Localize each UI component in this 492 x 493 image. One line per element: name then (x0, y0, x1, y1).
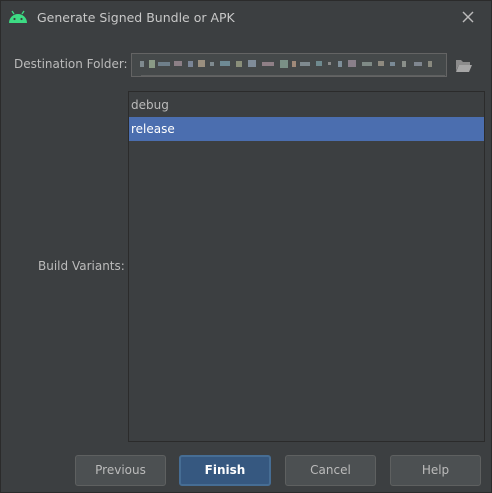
destination-folder-field[interactable] (131, 53, 447, 77)
previous-button[interactable]: Previous (75, 455, 166, 486)
help-button[interactable]: Help (390, 455, 481, 486)
build-variants-label: Build Variants: (38, 259, 125, 273)
redacted-path-text (140, 60, 432, 68)
title-bar: Generate Signed Bundle or APK (1, 1, 491, 35)
destination-folder-label: Destination Folder: (14, 57, 128, 71)
build-variants-list[interactable]: debug release (128, 91, 485, 442)
cancel-button[interactable]: Cancel (285, 455, 376, 486)
window-title: Generate Signed Bundle or APK (37, 10, 235, 25)
finish-button[interactable]: Finish (179, 455, 271, 486)
list-item-release[interactable]: release (129, 117, 484, 141)
close-icon[interactable] (458, 7, 478, 27)
field-underline (141, 75, 445, 76)
generate-signed-bundle-dialog: Generate Signed Bundle or APK Destinatio… (0, 0, 492, 493)
android-icon (9, 10, 27, 23)
list-item-debug[interactable]: debug (129, 93, 484, 117)
folder-open-icon[interactable] (448, 53, 478, 77)
